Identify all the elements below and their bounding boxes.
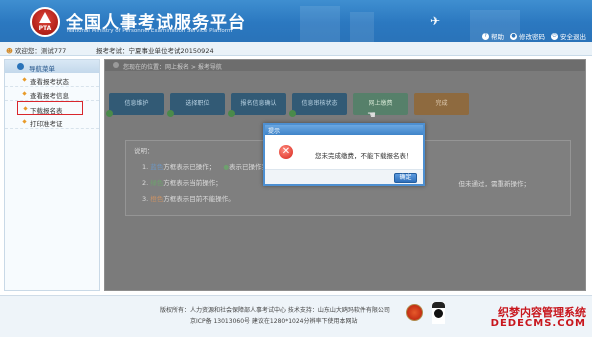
ok-button[interactable]: 确定 — [394, 173, 417, 183]
alert-dialog: 提示 ✕ 您未完成缴费，不能下载报名表！ 确定 — [263, 123, 425, 186]
sidebar-item-label: 查看报考信息 — [30, 92, 69, 100]
sidebar-item-label: 打印准考证 — [30, 120, 63, 128]
pointer-hand-icon: ☚ — [367, 110, 376, 121]
police-badge-icon — [406, 304, 423, 321]
logout-icon: ⏻ — [551, 32, 558, 40]
help-icon: ? — [482, 32, 489, 40]
nav-menu-title-text: 导航菜单 — [29, 65, 55, 73]
step-confirm-info[interactable]: 报名信息确认 — [228, 93, 286, 117]
breadcrumb-text: 您现在的位置：网上报名 > 报考导航 — [123, 64, 222, 71]
welcome-user: ☻ 欢迎您：测试777 — [6, 45, 66, 55]
step-online-payment[interactable]: 网上缴费 — [353, 93, 408, 115]
step-info-maintain[interactable]: 信息维护 — [106, 93, 164, 117]
welcome-text: 欢迎您：测试777 — [14, 47, 67, 55]
pta-logo: PTA — [30, 7, 60, 37]
dialog-message: 您未完成缴费，不能下载报名表！ — [315, 152, 413, 160]
step-complete: 完成 — [414, 93, 469, 115]
watermark-en: DEDECMS.COM — [490, 318, 586, 329]
step-review-status[interactable]: 信息审核状态 — [289, 93, 347, 117]
sidebar: 导航菜单 查看报考状态 查看报考信息 下载报名表 打印准考证 — [4, 59, 100, 291]
sidebar-item-label: 下载报名表 — [30, 107, 63, 115]
step-select-position[interactable]: 选择职位 — [167, 93, 225, 117]
site-footer: 版权所有：人力资源和社会保障部人事考试中心 技术支持：山东山大鸥玛软件有限公司 … — [0, 295, 592, 337]
site-header: PTA 全国人事考试服务平台 National Ministry of Pers… — [0, 0, 592, 42]
header-links: ? 帮助 ● 修改密码 ⏻ 安全退出 — [482, 31, 586, 41]
menu-icon — [17, 63, 24, 70]
check-icon — [167, 110, 174, 117]
logo-text: PTA — [38, 25, 52, 32]
site-subtitle: National Ministry of Personnel Examinati… — [67, 28, 233, 34]
instruction-row-3: 3. 橙色方框表示目前不能操作。 — [142, 195, 235, 203]
progress-steps: 信息维护 选择职位 报名信息确认 信息审核状态 网上缴费 完成 — [106, 93, 479, 117]
sidebar-item-view-info[interactable]: 查看报考信息 — [5, 87, 99, 101]
sidebar-item-print-ticket[interactable]: 打印准考证 — [5, 115, 99, 129]
cyber-police-icon — [432, 302, 445, 324]
footer-icp: 京ICP备 13013060号 建议在1280*1024分辨率下使用本网站 — [190, 318, 358, 325]
password-icon: ● — [510, 32, 517, 40]
dialog-body: ✕ 您未完成缴费，不能下载报名表！ — [265, 135, 423, 169]
sidebar-item-label: 查看报考状态 — [30, 78, 69, 86]
bullet-icon — [22, 119, 27, 124]
user-icon: ☻ — [6, 47, 13, 55]
bullet-icon — [22, 77, 27, 82]
bullet-icon — [22, 91, 27, 96]
airplane-icon: ✈ — [430, 14, 441, 28]
dialog-footer: 确定 — [265, 169, 423, 184]
check-icon — [289, 110, 296, 117]
home-icon — [113, 62, 119, 68]
check-icon — [106, 110, 113, 117]
instruction-row-1-tail: 但未通过，需重新操作； — [458, 180, 531, 188]
skyline-decoration — [350, 12, 374, 42]
exam-name: 报考考试：宁夏事业单位考试20150924 — [96, 47, 214, 55]
sidebar-item-download-form[interactable]: 下载报名表 — [17, 101, 83, 115]
error-icon: ✕ — [279, 145, 293, 159]
nav-menu-title: 导航菜单 — [5, 60, 99, 73]
sidebar-item-view-status[interactable]: 查看报考状态 — [5, 73, 99, 87]
info-bar: ☻ 欢迎您：测试777 报考考试：宁夏事业单位考试20150924 — [0, 42, 592, 56]
check-icon — [228, 110, 235, 117]
footer-copyright: 版权所有：人力资源和社会保障部人事考试中心 技术支持：山东山大鸥玛软件有限公司 — [160, 307, 390, 314]
logout-link[interactable]: ⏻ 安全退出 — [551, 31, 586, 41]
bullet-icon — [23, 106, 28, 111]
dialog-title: 提示 — [265, 125, 423, 135]
breadcrumb: 您现在的位置：网上报名 > 报考导航 — [105, 60, 585, 71]
skyline-decoration — [300, 6, 340, 42]
help-link[interactable]: ? 帮助 — [482, 31, 504, 41]
change-password-link[interactable]: ● 修改密码 — [510, 31, 545, 41]
